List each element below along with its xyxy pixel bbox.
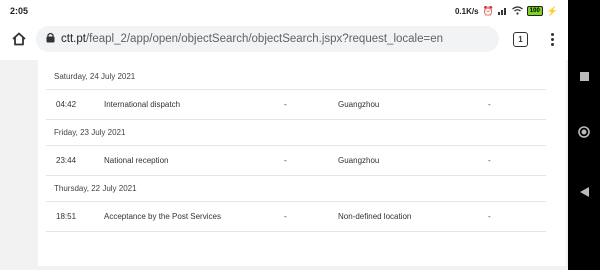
back-button[interactable] [568,184,600,202]
charging-icon: ⚡ [546,5,558,16]
battery-icon: 100 [526,6,543,16]
url-text[interactable]: ctt.pt/feapl_2/app/open/objectSearch/obj… [61,33,443,45]
date-header: Friday, 23 July 2021 [46,120,546,146]
circle-icon [578,125,590,143]
address-bar[interactable]: ctt.pt/feapl_2/app/open/objectSearch/obj… [36,26,499,52]
overflow-menu-icon[interactable] [544,32,560,46]
table-row: 18:51 Acceptance by the Post Services - … [46,202,546,232]
page-content: Saturday, 24 July 2021 04:42 Internation… [0,60,568,270]
event-description: International dispatch [104,100,181,109]
home-icon[interactable] [10,30,28,48]
event-location: Non-defined location [338,212,412,221]
status-indicators: 0.1K/s ⏰ 100 ⚡ [454,5,558,17]
browser-toolbar: ctt.pt/feapl_2/app/open/objectSearch/obj… [0,22,568,56]
date-header: Thursday, 22 July 2021 [46,176,546,202]
event-extra: - [488,212,491,221]
status-bar: 2:05 0.1K/s ⏰ 100 ⚡ [0,0,568,22]
event-detail: - [284,212,287,221]
signal-icon [497,6,508,17]
tab-switcher-button[interactable]: 1 [513,31,528,47]
event-description: National reception [104,156,169,165]
triangle-back-icon [579,184,589,202]
tracking-card: Saturday, 24 July 2021 04:42 Internation… [38,60,566,266]
network-speed: 0.1K/s [454,6,479,16]
recent-apps-button[interactable] [568,68,600,86]
home-button[interactable] [568,125,600,143]
event-time: 04:42 [56,100,77,109]
lock-icon [46,30,55,48]
event-detail: - [284,156,287,165]
android-nav-bar [568,0,600,270]
tracking-table: Saturday, 24 July 2021 04:42 Internation… [46,64,546,232]
event-time: 23:44 [56,156,77,165]
event-detail: - [284,100,287,109]
event-location: Guangzhou [338,156,380,165]
url-path: /feapl_2/app/open/objectSearch/objectSea… [85,33,444,45]
phone-screen: 2:05 0.1K/s ⏰ 100 ⚡ ctt.pt/feapl_2/app/o… [0,0,568,270]
status-time: 2:05 [10,6,29,16]
wifi-icon [511,5,523,17]
event-extra: - [488,100,491,109]
url-host: ctt.pt [61,33,86,45]
event-time: 18:51 [56,212,77,221]
event-location: Guangzhou [338,100,380,109]
table-row: 23:44 National reception - Guangzhou - [46,146,546,176]
event-description: Acceptance by the Post Services [104,212,221,221]
alarm-icon: ⏰ [482,5,494,16]
event-extra: - [488,156,491,165]
square-icon [579,68,589,86]
table-row: 04:42 International dispatch - Guangzhou… [46,90,546,120]
date-header: Saturday, 24 July 2021 [46,64,546,90]
